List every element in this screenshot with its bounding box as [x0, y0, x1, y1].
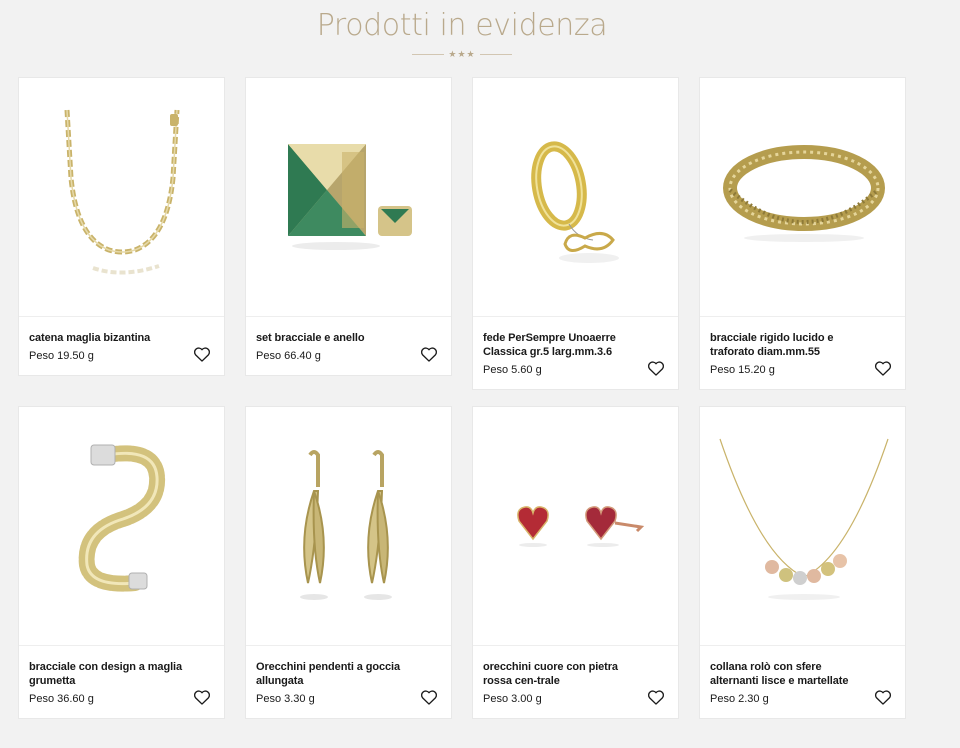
heart-outline-icon[interactable] [419, 687, 439, 707]
product-image-bead-necklace[interactable] [700, 407, 905, 646]
product-card[interactable]: collana rolò con sfere alternanti lisce … [699, 406, 906, 719]
product-card[interactable]: bracciale con design a maglia grumetta P… [18, 406, 225, 719]
product-weight: Peso 3.00 g [483, 693, 542, 705]
product-name[interactable]: fede PerSempre Unoaerre Classica gr.5 la… [483, 331, 638, 359]
product-weight: Peso 5.60 g [483, 364, 542, 376]
product-card[interactable]: set bracciale e anello Peso 66.40 g [245, 77, 452, 376]
product-image-wedding-band[interactable] [473, 78, 678, 317]
heart-outline-icon[interactable] [192, 687, 212, 707]
product-card[interactable]: catena maglia bizantina Peso 19.50 g [18, 77, 225, 376]
product-weight: Peso 3.30 g [256, 693, 315, 705]
product-name[interactable]: set bracciale e anello [256, 331, 411, 345]
product-card[interactable]: orecchini cuore con pietra rossa cen-tra… [472, 406, 679, 719]
product-weight: Peso 2.30 g [710, 693, 769, 705]
product-image-chain[interactable] [19, 78, 224, 317]
product-image-bangle[interactable] [700, 78, 905, 317]
product-image-curb-bracelet[interactable] [19, 407, 224, 646]
product-name[interactable]: orecchini cuore con pietra rossa cen-tra… [483, 660, 638, 688]
section-title: Prodotti in evidenza [316, 8, 608, 43]
heart-outline-icon[interactable] [192, 344, 212, 364]
product-weight: Peso 15.20 g [710, 364, 775, 376]
title-ornament: ★★★ [412, 46, 512, 62]
product-image-heart-earrings[interactable] [473, 407, 678, 646]
heart-outline-icon[interactable] [873, 358, 893, 378]
product-image-drop-earrings[interactable] [246, 407, 451, 646]
product-weight: Peso 36.60 g [29, 693, 94, 705]
product-name[interactable]: bracciale rigido lucido e traforato diam… [710, 331, 865, 359]
product-weight: Peso 66.40 g [256, 350, 321, 362]
product-card[interactable]: bracciale rigido lucido e traforato diam… [699, 77, 906, 390]
product-image-bracelet-ring-set[interactable] [246, 78, 451, 317]
product-weight: Peso 19.50 g [29, 350, 94, 362]
ornament-stars: ★★★ [448, 48, 476, 59]
heart-outline-icon[interactable] [646, 358, 666, 378]
ornament-line-left [412, 53, 445, 55]
product-name[interactable]: bracciale con design a maglia grumetta [29, 660, 184, 688]
product-name[interactable]: collana rolò con sfere alternanti lisce … [710, 660, 865, 688]
heart-outline-icon[interactable] [873, 687, 893, 707]
ornament-line-right [479, 53, 512, 55]
heart-outline-icon[interactable] [646, 687, 666, 707]
product-name[interactable]: catena maglia bizantina [29, 331, 184, 345]
product-card[interactable]: Orecchini pendenti a goccia allungata Pe… [245, 406, 452, 719]
heart-outline-icon[interactable] [419, 344, 439, 364]
product-name[interactable]: Orecchini pendenti a goccia allungata [256, 660, 411, 688]
product-card[interactable]: fede PerSempre Unoaerre Classica gr.5 la… [472, 77, 679, 390]
